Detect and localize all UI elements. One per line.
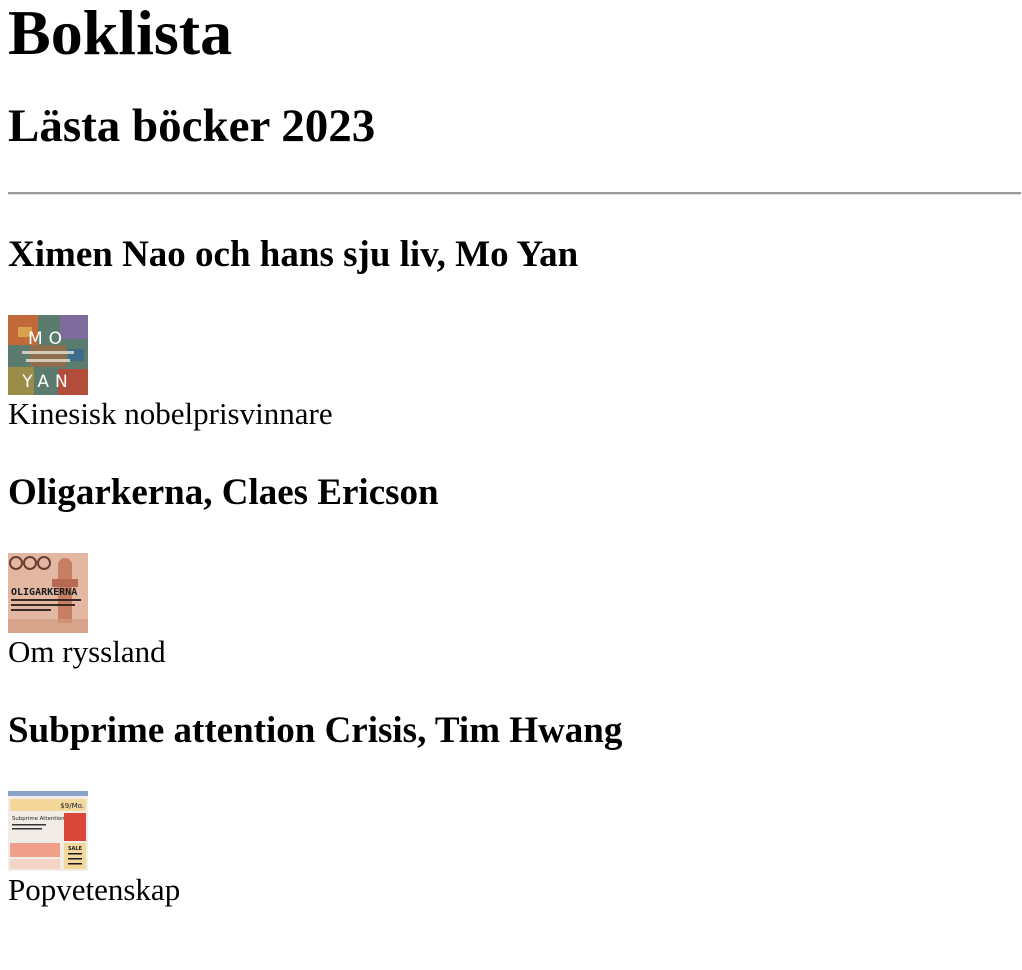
cover-text-mo: MO	[28, 329, 68, 349]
book-heading: Oligarkerna, Claes Ericson	[8, 472, 439, 513]
book-cover-oligarkerna: OLIGARKERNA	[8, 553, 88, 633]
cover-text-price: $9/Mo.	[60, 802, 84, 810]
book-description: Om ryssland	[8, 634, 166, 669]
book-heading: Subprime attention Crisis, Tim Hwang	[8, 710, 623, 751]
page: Boklista Lästa böcker 2023 Ximen Nao och…	[0, 0, 1022, 909]
book-heading: Ximen Nao och hans sju liv, Mo Yan	[8, 234, 579, 275]
page-subtitle: Lästa böcker 2023	[8, 100, 376, 152]
book-description: Kinesisk nobelprisvinnare	[8, 396, 333, 431]
book-entry: Subprime attention Crisis, Tim Hwang $9/…	[8, 707, 1022, 909]
cover-text-yan: YAN	[21, 372, 73, 392]
book-entry: Ximen Nao och hans sju liv, Mo Yan MO YA…	[8, 231, 1022, 433]
cover-text-sale: SALE	[68, 846, 83, 852]
book-cover-mo-yan: MO YAN	[8, 315, 88, 395]
divider	[8, 192, 1021, 195]
cover-text-oligarkerna: OLIGARKERNA	[11, 587, 77, 598]
page-title: Boklista	[8, 0, 233, 68]
book-entry: Oligarkerna, Claes Ericson OLIGARKERNA O…	[8, 469, 1022, 671]
book-description: Popvetenskap	[8, 872, 181, 907]
book-cover-subprime: $9/Mo. Subprime Attention Crisis SALE	[8, 791, 88, 871]
